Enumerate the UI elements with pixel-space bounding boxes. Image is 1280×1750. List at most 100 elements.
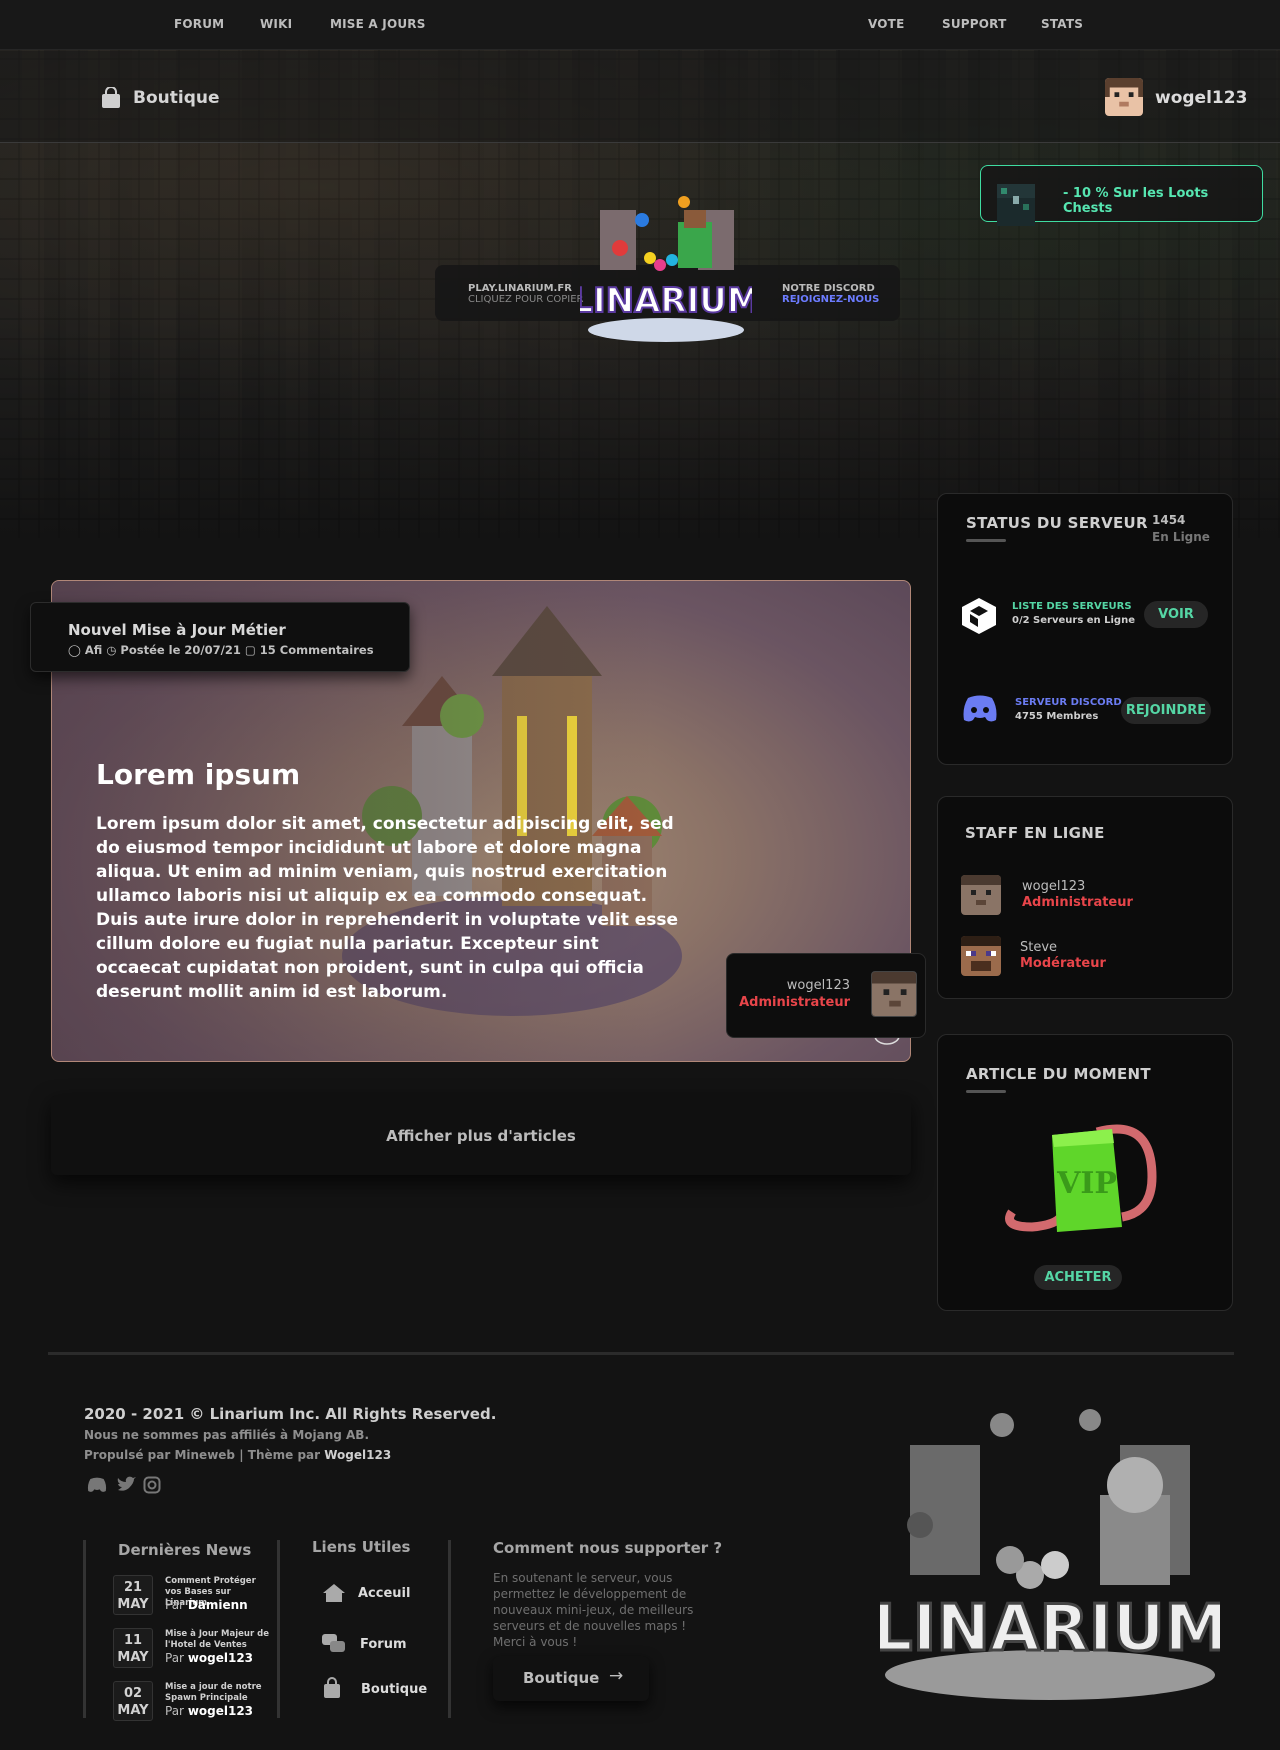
support-button-label: Boutique <box>523 1669 600 1687</box>
title-underline <box>966 539 1006 542</box>
instagram-icon[interactable] <box>143 1476 161 1494</box>
news-title-link[interactable]: Mise a jour de notre Spawn Principale <box>165 1682 275 1704</box>
forum-icon <box>322 1634 345 1652</box>
buy-button[interactable]: ACHETER <box>1034 1265 1122 1290</box>
comments-icon: ▢ <box>244 643 256 657</box>
footer-disclaimer: Nous ne sommes pas affiliés à Mojang AB. <box>84 1428 370 1442</box>
more-articles-button[interactable]: Afficher plus d'articles <box>51 1095 911 1175</box>
staff-avatar[interactable] <box>961 875 1001 915</box>
server-ip: PLAY.LINARIUM.FR <box>468 283 572 294</box>
news-date: 21 MAY <box>113 1575 153 1615</box>
server-list-sub: 0/2 Serveurs en Ligne <box>1012 615 1135 626</box>
news-author: wogel123 <box>187 1651 254 1665</box>
staff-title: STAFF EN LIGNE <box>965 824 1105 842</box>
news-author: wogel123 <box>187 1704 254 1718</box>
nav-support[interactable]: SUPPORT <box>942 17 1006 31</box>
server-ip-hint: CLIQUEZ POUR COPIER <box>468 294 584 305</box>
join-discord-button[interactable]: REJOINDRE <box>1121 697 1211 724</box>
news-by: Par <box>165 1598 184 1612</box>
nav-vote[interactable]: VOTE <box>868 17 904 31</box>
article-date: Postée le 20/07/21 <box>120 643 241 657</box>
discord-hint: REJOIGNEZ-NOUS <box>782 294 880 305</box>
news-byline: Par Damienn <box>165 1598 248 1612</box>
linarium-logo[interactable]: LINARIUM <box>580 180 752 345</box>
news-day: 11 <box>123 1633 143 1648</box>
top-navigation: FORUM WIKI MISE A JOURS VOTE SUPPORT STA… <box>0 0 1280 50</box>
theme-prefix: | Thème par <box>235 1448 325 1462</box>
discord-label: NOTRE DISCORD <box>782 283 875 294</box>
staff-role: Modérateur <box>1020 956 1106 971</box>
support-shop-button[interactable]: Boutique → <box>493 1656 649 1701</box>
news-by: Par <box>165 1651 184 1665</box>
author-avatar[interactable] <box>871 971 917 1017</box>
news-title: Dernières News <box>118 1541 252 1559</box>
server-status-card: STATUS DU SERVEUR 1454 En Ligne LISTE DE… <box>937 493 1233 765</box>
article-comments[interactable]: 15 Commentaires <box>260 643 374 657</box>
news-author: Damienn <box>187 1598 248 1612</box>
nav-forum[interactable]: FORUM <box>174 17 224 31</box>
news-month: MAY <box>117 1703 149 1718</box>
promo-banner[interactable]: - 10 % Sur les Loots Chests <box>980 165 1263 226</box>
news-day: 21 <box>123 1580 143 1595</box>
news-by: Par <box>165 1704 184 1718</box>
promo-text: - 10 % Sur les Loots Chests <box>1063 186 1209 216</box>
view-servers-button[interactable]: VOIR <box>1144 601 1208 628</box>
staff-role: Administrateur <box>1022 895 1133 910</box>
vip-ticket-icon: VIP <box>1005 1124 1157 1232</box>
article-heading: Lorem ipsum <box>96 758 301 791</box>
twitter-icon[interactable] <box>116 1476 136 1494</box>
status-title: STATUS DU SERVEUR <box>966 514 1148 532</box>
discord-members: 4755 Membres <box>1015 711 1099 722</box>
footer-copyright: 2020 - 2021 © Linarium Inc. All Rights R… <box>84 1405 497 1423</box>
theme-author[interactable]: Wogel123 <box>324 1448 391 1462</box>
support-text: En soutenant le serveur, vous permettez … <box>493 1571 694 1649</box>
server-list-label: LISTE DES SERVEURS <box>1012 601 1132 612</box>
article-meta-box: Nouvel Mise à Jour Métier ◯ Afi ◷ Postée… <box>30 602 410 672</box>
discord-server-label: SERVEUR DISCORD <box>1015 697 1122 708</box>
discord-icon[interactable] <box>86 1476 108 1494</box>
article-author-card: wogel123 Administrateur <box>726 953 926 1038</box>
staff-name: wogel123 <box>1022 879 1086 894</box>
news-title-link[interactable]: Mise à Jour Majeur de l'Hotel de Ventes <box>165 1629 275 1651</box>
footer-logo-text: LINARIUM <box>880 1592 1220 1666</box>
footer-separator <box>83 1540 86 1718</box>
powered-cms[interactable]: Mineweb <box>174 1448 235 1462</box>
nav-wiki[interactable]: WIKI <box>260 17 292 31</box>
staff-name: Steve <box>1020 940 1058 955</box>
more-articles-label: Afficher plus d'articles <box>386 1127 576 1145</box>
server-ip-copy[interactable]: PLAY.LINARIUM.FR CLIQUEZ POUR COPIER <box>468 283 584 305</box>
title-underline <box>966 1090 1006 1093</box>
news-byline: Par wogel123 <box>165 1651 253 1665</box>
arrow-right-icon: → <box>609 1666 624 1686</box>
featured-title: ARTICLE DU MOMENT <box>966 1065 1151 1083</box>
author-role: Administrateur <box>739 995 850 1010</box>
loot-chest-icon <box>997 184 1035 226</box>
news-byline: Par wogel123 <box>165 1704 253 1718</box>
news-day: 02 <box>123 1686 143 1701</box>
support-title: Comment nous supporter ? <box>493 1539 723 1557</box>
news-date: 02 MAY <box>113 1681 153 1721</box>
server-list-icon <box>962 598 996 634</box>
article-body: Lorem ipsum dolor sit amet, consectetur … <box>96 814 679 1002</box>
footer-link-shop[interactable]: Boutique <box>361 1682 427 1697</box>
footer-link-forum[interactable]: Forum <box>360 1637 407 1652</box>
staff-online-card: STAFF EN LIGNE wogel123 Administrateur S… <box>937 796 1233 999</box>
footer-separator <box>448 1540 451 1718</box>
footer-powered: Propulsé par Mineweb | Thème par Wogel12… <box>84 1448 391 1462</box>
user-avatar[interactable] <box>1105 78 1143 116</box>
user-name[interactable]: wogel123 <box>1155 88 1247 108</box>
shopping-bag-icon[interactable] <box>100 87 122 109</box>
author-name: wogel123 <box>786 978 850 993</box>
footer-link-home[interactable]: Acceuil <box>358 1586 410 1601</box>
nav-stats[interactable]: STATS <box>1041 17 1083 31</box>
nav-updates[interactable]: MISE A JOURS <box>330 17 426 31</box>
news-month: MAY <box>117 1597 149 1612</box>
staff-avatar[interactable] <box>961 936 1001 976</box>
footer-separator <box>277 1540 280 1718</box>
article-title[interactable]: Nouvel Mise à Jour Métier <box>68 621 286 639</box>
user-icon: ◯ <box>68 643 81 657</box>
article-author: Afi <box>84 643 103 657</box>
shop-link[interactable]: Boutique <box>133 88 220 108</box>
news-date: 11 MAY <box>113 1628 153 1668</box>
discord-link[interactable]: NOTRE DISCORD REJOIGNEZ-NOUS <box>782 283 879 305</box>
